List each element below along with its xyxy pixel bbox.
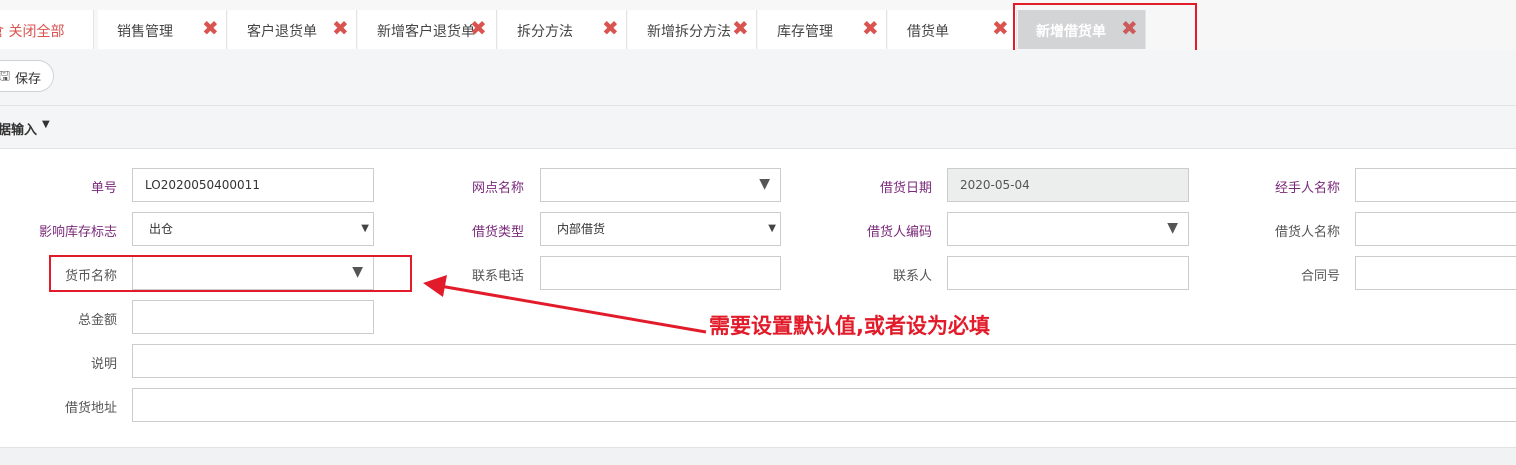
close-icon[interactable]: ✖ xyxy=(862,17,879,39)
order-no-label: 单号 xyxy=(90,181,117,196)
contact-label: 联系人 xyxy=(892,269,932,284)
borrower-name-field[interactable] xyxy=(1355,212,1516,246)
caret-down-icon: ▼ xyxy=(361,223,369,234)
tab-loan-order[interactable]: 借货单 ✖ xyxy=(888,10,1017,49)
chevron-down-icon: ▼ xyxy=(352,264,363,280)
contract-no-field[interactable] xyxy=(1355,256,1516,290)
save-label: 保存 xyxy=(15,72,42,87)
currency-label: 货币名称 xyxy=(64,269,117,284)
tab-customer-return[interactable]: 客户退货单 ✖ xyxy=(228,10,357,49)
total-label: 总金额 xyxy=(77,313,117,328)
floppy-icon: 🖫 xyxy=(0,69,11,84)
annotation-text: 需要设置默认值,或者设为必填 xyxy=(709,314,990,338)
currency-select[interactable]: ▼ xyxy=(132,256,374,290)
tab-new-loan-order[interactable]: 新增借货单 ✖ xyxy=(1018,10,1146,49)
tab-label: 新增拆分方法 xyxy=(647,24,731,40)
caret-down-icon: ▼ xyxy=(768,223,776,234)
stock-flag-select[interactable]: 出仓 ▼ xyxy=(132,212,374,246)
chevron-down-icon: ▼ xyxy=(759,176,770,192)
stock-flag-value: 出仓 xyxy=(149,222,174,236)
tab-close-all[interactable]: 倉 关闭全部 xyxy=(0,10,94,49)
tab-label: 拆分方法 xyxy=(517,24,573,40)
order-no-field[interactable]: LO2020050400011 xyxy=(132,168,374,202)
close-icon[interactable]: ✖ xyxy=(732,17,749,39)
address-label: 借货地址 xyxy=(64,401,117,416)
handler-label: 经手人名称 xyxy=(1274,181,1340,196)
close-icon[interactable]: ✖ xyxy=(202,17,219,39)
branch-label: 网点名称 xyxy=(471,181,524,196)
tab-strip: 倉 关闭全部 销售管理 ✖ 客户退货单 ✖ 新增客户退货单 ✖ 拆分方法 ✖ 新… xyxy=(0,0,1516,50)
tab-label: 借货单 xyxy=(907,24,949,40)
tab-label: 客户退货单 xyxy=(247,24,317,40)
contact-field[interactable] xyxy=(947,256,1189,290)
address-field[interactable] xyxy=(132,388,1516,422)
close-icon[interactable]: ✖ xyxy=(332,17,349,39)
tab-label: 销售管理 xyxy=(117,24,173,40)
close-icon[interactable]: ✖ xyxy=(1121,17,1138,39)
caret-down-icon: ▼ xyxy=(42,119,50,130)
section-title: 据输入 xyxy=(0,123,38,138)
close-icon[interactable]: ✖ xyxy=(602,17,619,39)
toolbar: 🖫 保存 xyxy=(0,50,1516,106)
section-header[interactable]: 据输入 ▼ xyxy=(0,106,1516,149)
loan-type-label: 借货类型 xyxy=(471,225,524,240)
handler-field[interactable] xyxy=(1355,168,1516,202)
loan-date-label: 借货日期 xyxy=(879,181,932,196)
close-icon[interactable]: ✖ xyxy=(992,17,1009,39)
phone-label: 联系电话 xyxy=(471,269,524,284)
chevron-down-icon: ▼ xyxy=(1167,220,1178,236)
tab-new-split-method[interactable]: 新增拆分方法 ✖ xyxy=(628,10,757,49)
tab-label: 新增客户退货单 xyxy=(377,24,475,40)
close-icon[interactable]: ✖ xyxy=(470,17,487,39)
tab-inventory-management[interactable]: 库存管理 ✖ xyxy=(758,10,887,49)
loan-type-value: 内部借货 xyxy=(557,222,606,236)
total-field[interactable] xyxy=(132,300,374,334)
tab-split-method[interactable]: 拆分方法 ✖ xyxy=(498,10,627,49)
tab-sales-management[interactable]: 销售管理 ✖ xyxy=(98,10,227,49)
tab-label: 倉 关闭全部 xyxy=(0,24,65,40)
branch-select[interactable]: ▼ xyxy=(540,168,781,202)
borrower-code-select[interactable]: ▼ xyxy=(947,212,1189,246)
loan-type-select[interactable]: 内部借货 ▼ xyxy=(540,212,781,246)
save-button[interactable]: 🖫 保存 xyxy=(0,60,54,92)
borrower-name-label: 借货人名称 xyxy=(1274,225,1340,240)
borrower-code-label: 借货人编码 xyxy=(866,225,932,240)
phone-field[interactable] xyxy=(540,256,781,290)
stock-flag-label: 影响库存标志 xyxy=(38,225,117,240)
loan-date-field: 2020-05-04 xyxy=(947,168,1189,202)
remark-label: 说明 xyxy=(90,357,117,372)
tab-label: 库存管理 xyxy=(777,24,833,40)
tab-label: 新增借货单 xyxy=(1036,24,1106,40)
tab-new-customer-return[interactable]: 新增客户退货单 ✖ xyxy=(358,10,497,49)
remark-field[interactable] xyxy=(132,344,1516,378)
contract-no-label: 合同号 xyxy=(1300,269,1340,284)
